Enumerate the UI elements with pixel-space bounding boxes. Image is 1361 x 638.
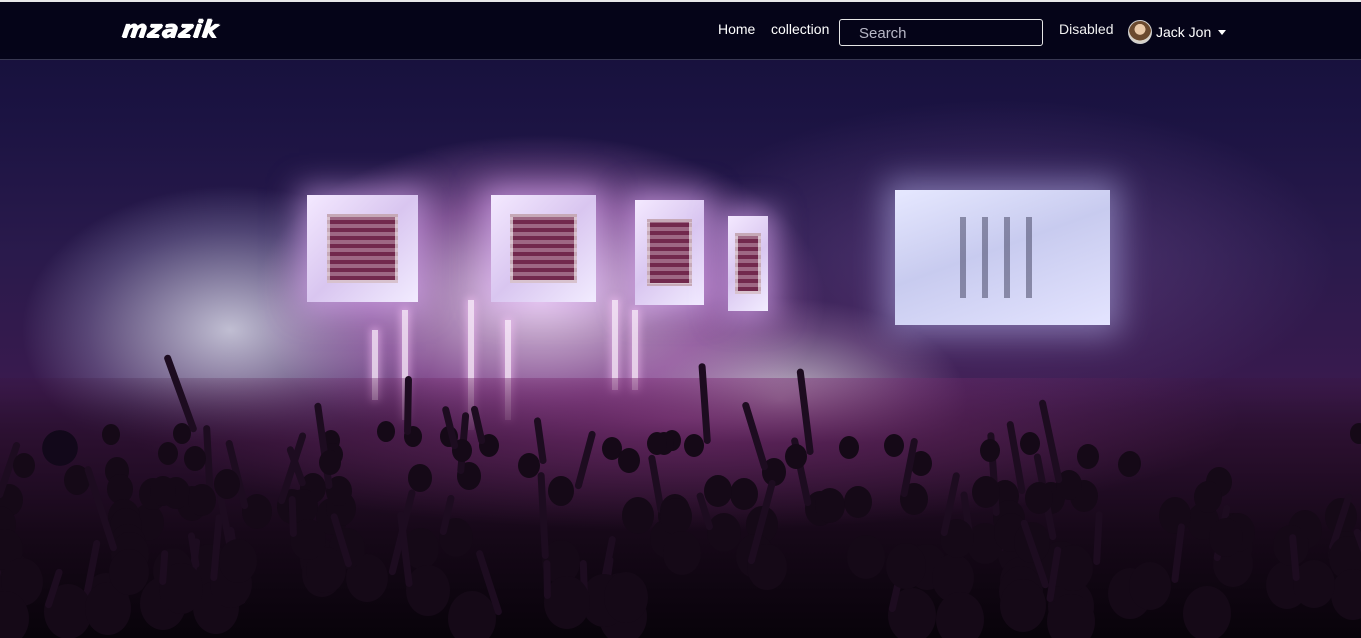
crowd-head bbox=[408, 464, 432, 492]
crowd-arm bbox=[404, 375, 413, 436]
stage-screen bbox=[491, 195, 596, 302]
crowd-head bbox=[1183, 586, 1231, 638]
nav-collection-link[interactable]: collection bbox=[771, 21, 829, 37]
crowd-head bbox=[844, 486, 872, 519]
crowd-head bbox=[936, 592, 984, 638]
stage-screen bbox=[307, 195, 418, 302]
crowd-head bbox=[622, 497, 654, 534]
crowd-head bbox=[158, 442, 178, 465]
user-menu-toggle[interactable]: Jack Jon bbox=[1128, 18, 1227, 46]
crowd-head bbox=[704, 475, 732, 508]
hero-concert-image bbox=[0, 0, 1361, 638]
crowd-head bbox=[219, 539, 257, 583]
crowd-head bbox=[663, 531, 701, 575]
video-screen bbox=[895, 190, 1110, 325]
crowd-head bbox=[109, 549, 149, 595]
crowd-arm bbox=[543, 559, 551, 600]
nav-home-link[interactable]: Home bbox=[718, 21, 755, 37]
crowd-head bbox=[884, 434, 904, 457]
crowd-head bbox=[1209, 518, 1243, 558]
crowd-head bbox=[1350, 423, 1361, 444]
light-bar bbox=[612, 300, 618, 390]
crowd-arm bbox=[288, 495, 297, 538]
crowd-head bbox=[1000, 579, 1046, 632]
crowd-head bbox=[1159, 497, 1191, 534]
brand-logo[interactable]: mzazik bbox=[120, 15, 220, 43]
crowd-head bbox=[544, 576, 590, 629]
navbar: mzazik Home collection Disabled Jack Jon bbox=[0, 0, 1361, 60]
crowd-head bbox=[214, 469, 240, 499]
crowd-head bbox=[448, 591, 496, 638]
crowd-head bbox=[980, 439, 1000, 462]
crowd-head bbox=[1025, 482, 1053, 515]
caret-down-icon bbox=[1218, 29, 1227, 35]
crowd-head bbox=[730, 478, 758, 511]
crowd-head bbox=[406, 565, 450, 616]
crowd-head bbox=[1020, 432, 1040, 455]
nav-disabled-link: Disabled bbox=[1059, 21, 1114, 37]
crowd-head bbox=[188, 484, 216, 517]
stage-screen bbox=[635, 200, 704, 305]
page: mzazik Home collection Disabled Jack Jon bbox=[0, 0, 1361, 638]
user-avatar-icon bbox=[1128, 20, 1152, 44]
crowd-head bbox=[847, 535, 885, 579]
stage-screen bbox=[728, 216, 768, 311]
crowd-head bbox=[377, 421, 395, 442]
crowd-head bbox=[707, 513, 741, 553]
crowd-head bbox=[684, 434, 704, 457]
crowd-head bbox=[886, 543, 926, 589]
crowd-head bbox=[660, 498, 692, 535]
crowd-head bbox=[1194, 481, 1222, 514]
user-name: Jack Jon bbox=[1156, 24, 1212, 40]
crowd-head bbox=[839, 436, 859, 459]
crowd-head bbox=[604, 572, 648, 623]
crowd-head bbox=[1293, 560, 1335, 609]
crowd-head bbox=[548, 476, 574, 506]
crowd-head bbox=[150, 476, 176, 506]
crowd-head bbox=[647, 432, 667, 455]
crowd-head bbox=[102, 424, 120, 445]
search-input[interactable] bbox=[839, 19, 1043, 46]
crowd-head bbox=[972, 476, 1000, 509]
crowd-head bbox=[815, 488, 845, 523]
crowd-head bbox=[1129, 562, 1171, 611]
